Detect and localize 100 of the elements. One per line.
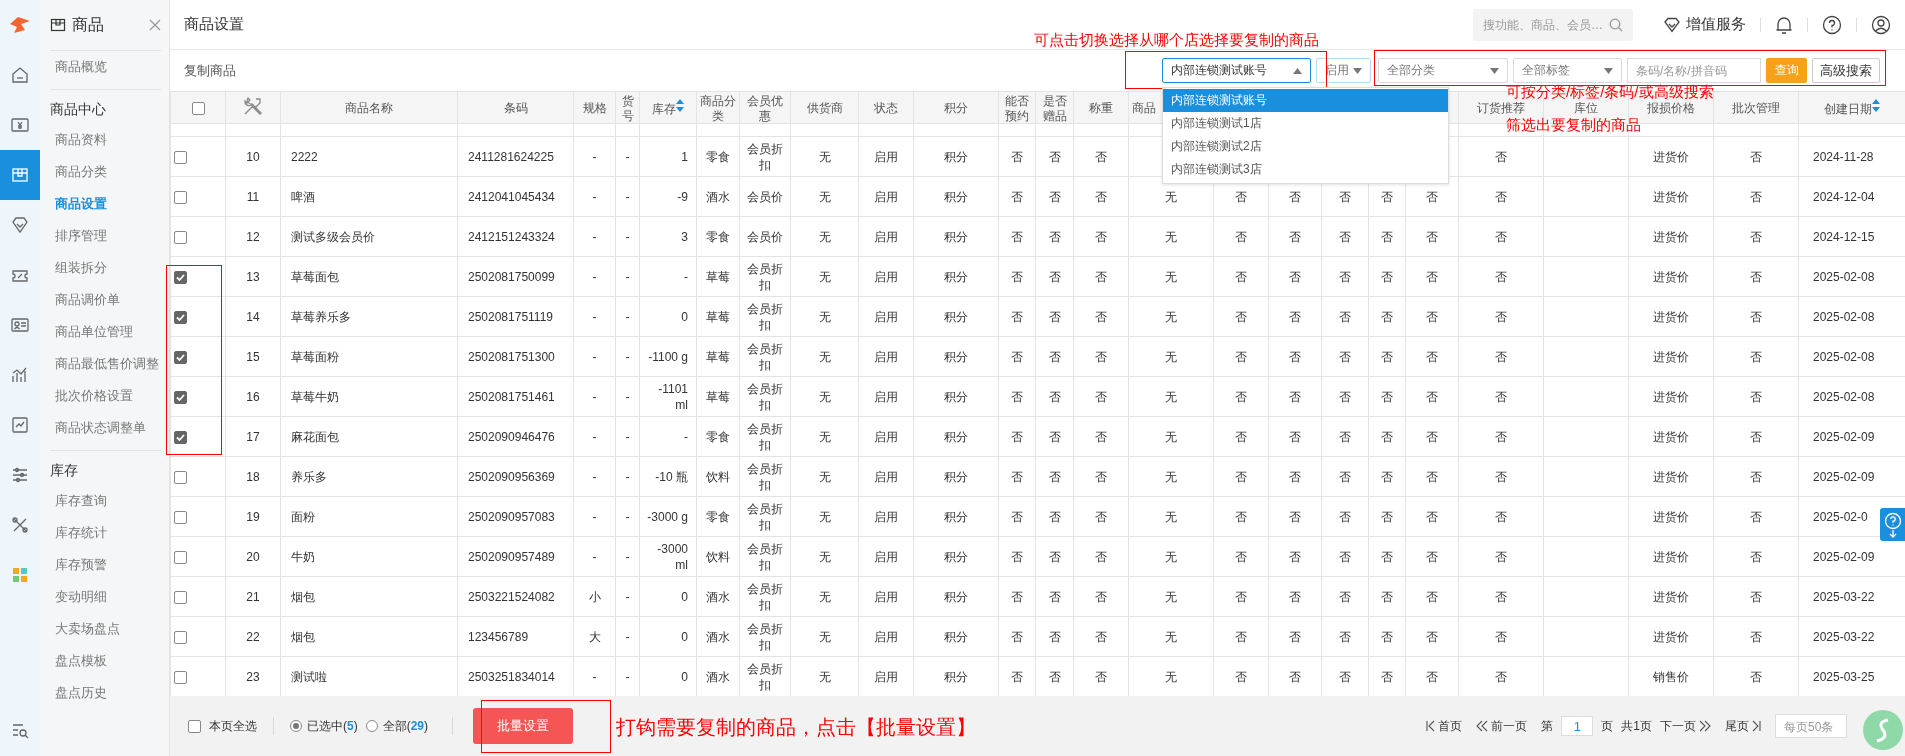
row-checkbox[interactable] [174, 190, 187, 204]
value-added-services-link[interactable]: 增值服务 [1663, 15, 1746, 34]
bell-icon[interactable] [1775, 14, 1793, 35]
sidebar-title: 商品 [72, 14, 104, 35]
table-cell: 否 [1458, 336, 1544, 377]
table-cell: 会员价 [739, 176, 791, 217]
table-cell: 积分 [913, 296, 999, 337]
dropdown-option[interactable]: 内部连锁测试1店 [1163, 112, 1448, 135]
table-cell: 启用 [858, 136, 914, 177]
row-checkbox[interactable] [174, 390, 187, 404]
column-header: 规格 [582, 100, 607, 115]
row-checkbox[interactable] [174, 670, 187, 684]
row-checkbox[interactable] [174, 350, 187, 364]
dropdown-option[interactable]: 内部连锁测试2店 [1163, 135, 1448, 158]
page-number-field[interactable]: 1 [1561, 716, 1594, 736]
row-checkbox[interactable] [174, 150, 187, 164]
row-checkbox[interactable] [174, 310, 187, 324]
table-cell: 饮料 [696, 536, 740, 577]
scope-radio[interactable] [290, 720, 302, 732]
tools-icon[interactable] [242, 95, 264, 117]
sidebar-item[interactable]: 商品状态调整单 [50, 412, 161, 444]
sort-icon[interactable] [676, 99, 684, 113]
store-select[interactable]: 内部连锁测试账号 [1162, 58, 1311, 83]
filter-select[interactable]: 启用 [1316, 58, 1371, 83]
table-cell: 否 [1035, 376, 1074, 417]
help-icon[interactable] [1822, 14, 1842, 35]
table-cell: 否 [1073, 376, 1129, 417]
table-cell: 否 [1213, 496, 1269, 537]
first-page-icon [1426, 720, 1436, 732]
row-checkbox[interactable] [174, 510, 187, 524]
row-checkbox[interactable] [174, 630, 187, 644]
table-cell: 否 [1368, 216, 1406, 257]
sidebar-item[interactable]: 大卖场盘点 [50, 613, 161, 645]
table-cell: 无 [790, 496, 859, 537]
row-checkbox[interactable] [174, 430, 187, 444]
section-title: 复制商品 [184, 61, 236, 80]
table-cell: 会员折扣 [739, 376, 791, 417]
filter-select[interactable]: 全部分类 [1378, 58, 1508, 83]
sidebar-item[interactable]: 盘点模板 [50, 645, 161, 677]
last-page-link[interactable]: 尾页 [1725, 717, 1761, 735]
sidebar-item[interactable]: 变动明细 [50, 581, 161, 613]
table-cell: 大 [573, 616, 616, 657]
nav-button[interactable] [0, 150, 40, 200]
table-cell: 积分 [913, 336, 999, 377]
sidebar-item[interactable]: 商品最低售价调整 [50, 348, 161, 380]
help-icon [1883, 511, 1902, 538]
advanced-search-button[interactable]: 高级搜索 [1812, 58, 1880, 83]
table-cell: 0 [639, 616, 697, 657]
sidebar-item[interactable]: 批次价格设置 [50, 380, 161, 412]
close-icon[interactable] [149, 19, 161, 31]
sidebar-item[interactable]: 商品调价单 [50, 284, 161, 316]
table-cell: 否 [1213, 616, 1269, 657]
help-float-button[interactable] [1880, 508, 1905, 541]
user-icon[interactable] [1871, 14, 1891, 35]
table-cell: 会员折扣 [739, 256, 791, 297]
row-checkbox[interactable] [174, 590, 187, 604]
row-checkbox[interactable] [174, 270, 187, 284]
sidebar-item[interactable]: 商品资料 [50, 124, 161, 156]
table-cell: 草莓 [696, 336, 740, 377]
sidebar-item[interactable]: 组装拆分 [50, 252, 161, 284]
filter-select[interactable]: 全部标签 [1513, 58, 1622, 83]
table-cell: 积分 [913, 456, 999, 497]
sidebar-item[interactable]: 库存预警 [50, 549, 161, 581]
batch-settings-button[interactable]: 批量设置 [473, 708, 574, 744]
row-checkbox[interactable] [174, 230, 187, 244]
sidebar-item[interactable]: 盘点历史 [50, 677, 161, 709]
next-page-link[interactable]: 下一页 [1660, 717, 1711, 735]
table-cell: 否 [998, 336, 1036, 377]
scope-radio[interactable] [365, 720, 378, 732]
sidebar-item[interactable]: 商品单位管理 [50, 316, 161, 348]
table-cell: 草莓 [696, 296, 740, 337]
dropdown-option[interactable]: 内部连锁测试账号 [1163, 89, 1448, 112]
sidebar-item[interactable]: 商品设置 [50, 188, 161, 220]
sidebar-item[interactable]: 库存查询 [50, 485, 161, 517]
select-page-checkbox[interactable] [188, 719, 201, 733]
keyword-field[interactable]: 条码/名称/拼音码 [1627, 58, 1761, 83]
previous-page-link[interactable]: 前一页 [1476, 717, 1528, 735]
sidebar-item[interactable]: 排序管理 [50, 220, 161, 252]
column-header: 称重 [1089, 100, 1113, 115]
row-checkbox[interactable] [174, 550, 187, 564]
table-cell: 无 [1128, 416, 1214, 457]
table-cell: 进货价 [1628, 256, 1714, 297]
row-checkbox[interactable] [174, 470, 187, 484]
table-cell: 积分 [913, 176, 999, 217]
table-cell: 无 [790, 136, 859, 177]
sidebar-item[interactable]: 商品分类 [50, 156, 161, 188]
table-cell: 否 [1368, 496, 1406, 537]
sidebar-item[interactable]: 库存统计 [50, 517, 161, 549]
page-size-select[interactable]: 每页50条 [1775, 714, 1847, 738]
table-cell: 2411281624225 [457, 136, 574, 177]
sort-icon[interactable] [1872, 99, 1880, 113]
diamond-icon [10, 215, 30, 235]
table-cell: 酒水 [696, 576, 740, 617]
table-cell: 积分 [913, 136, 999, 177]
select-all-checkbox[interactable] [191, 101, 205, 115]
first-page-link[interactable]: 首页 [1426, 717, 1463, 735]
sidebar-item[interactable]: 商品概览 [50, 51, 161, 83]
table-cell: 11 [225, 176, 281, 217]
search-field[interactable]: 搜功能、商品、会员… [1473, 8, 1633, 41]
table-cell: 无 [1128, 376, 1214, 417]
